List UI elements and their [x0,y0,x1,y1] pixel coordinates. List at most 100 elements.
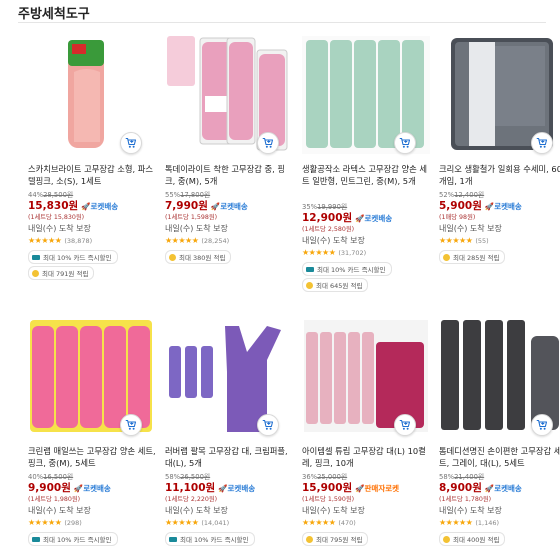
unit-price: (1세트당 15,830원) [28,214,85,221]
product-name[interactable]: 크리오 생활철가 일회용 수세미, 60개입, 1개 [439,163,560,187]
product-name[interactable]: 스카치브라이트 고무장갑 소형, 파스텔핑크, 소(S), 1세트 [28,163,156,187]
coin-icon [443,253,450,261]
product-card[interactable]: 스카치브라이트 고무장갑 소형, 파스텔핑크, 소(S), 1세트 44%28,5… [28,36,156,306]
arrival-guarantee: 내일(수) 도착 보장 [439,224,502,233]
benefit-text: 최대 10% 카드 즉시할인 [317,266,386,274]
benefit-badge: 최대 10% 카드 즉시할인 [302,262,392,276]
unit-price: (1세트당 1,980원) [28,496,81,503]
benefit-text: 최대 791원 적립 [42,270,89,278]
sale-price-row: 9,900원 🚀로켓배송 [28,480,111,495]
cart-icon [125,419,137,431]
rocket-delivery-badge: 🚀로켓배송 [485,484,522,493]
rocket-icon: 🚀 [355,214,365,223]
product-card[interactable]: 크린랩 매일쓰는 고무장갑 양손 세트, 핑크, 중(M), 5세트 40%16,… [28,318,156,558]
sale-price: 11,100원 [165,482,216,494]
sale-price: 7,990원 [165,200,208,212]
card-icon [32,254,40,260]
arrival-guarantee: 내일(수) 도착 보장 [302,506,365,515]
product-name[interactable]: 아이템셀 튜립 고무장갑 대(L) 10켤레, 핑크, 10개 [302,445,430,469]
rocket-icon: 🚀 [81,202,91,211]
rating: ★★★★★ (1,146) [439,518,499,527]
review-count: (55) [475,236,489,245]
product-card[interactable]: 아이템셀 튜립 고무장갑 대(L) 10켤레, 핑크, 10개 36%25,000… [302,318,430,558]
add-to-cart-button[interactable] [257,132,279,154]
product-card[interactable]: 러버랩 팔목 고무장갑 대, 크림퍼플, 대(L), 5개 58%26,500원 1… [165,318,293,558]
rocket-delivery-badge: 🚀로켓배송 [485,202,522,211]
sale-price-row: 8,900원 🚀로켓배송 [439,480,522,495]
add-to-cart-button[interactable] [531,414,553,436]
rocket-icon: 🚀 [355,484,365,493]
product-name[interactable]: 크린랩 매일쓰는 고무장갑 양손 세트, 핑크, 중(M), 5세트 [28,445,156,469]
add-to-cart-button[interactable] [120,132,142,154]
rating: ★★★★★ (470) [302,518,356,527]
rocket-icon: 🚀 [484,202,495,211]
rocket-delivery-badge: 🚀로켓배송 [211,202,248,211]
cart-icon [536,137,548,149]
rocket-delivery-badge: 🚀로켓배송 [74,484,111,493]
benefit-text: 최대 10% 카드 즉시할인 [43,254,112,262]
add-to-cart-button[interactable] [394,132,416,154]
rating-stars: ★★★★★ [439,236,473,245]
benefit-badge: 최대 400원 적립 [439,532,506,546]
rocket-delivery-badge: 🚀로켓배송 [81,202,118,211]
sale-price-row: 15,900원 🚀판매자로켓 [302,480,399,495]
cart-icon [262,419,274,431]
product-card[interactable]: 크리오 생활철가 일회용 수세미, 60개입, 1개 52%12,400원 5,90… [439,36,560,306]
rating: ★★★★★ (31,702) [302,248,366,257]
rocket-delivery-badge: 🚀로켓배송 [218,484,255,493]
coin-icon [443,535,450,543]
product-name[interactable]: 러버랩 팔목 고무장갑 대, 크림퍼플, 대(L), 5개 [165,445,293,469]
rating: ★★★★★ (14,041) [165,518,229,527]
product-name[interactable]: 생활공작소 라텍스 고무장갑 양손 세트 일반형, 민트그린, 중(M), 5개 [302,163,430,187]
add-to-cart-button[interactable] [531,132,553,154]
sale-price: 12,900원 [302,212,353,224]
add-to-cart-button[interactable] [120,414,142,436]
add-to-cart-button[interactable] [257,414,279,436]
rating-stars: ★★★★★ [28,518,62,527]
rocket-delivery-label: 로켓배송 [83,484,111,493]
unit-price: (1세트당 1,590원) [302,496,355,503]
benefit-text: 최대 380원 적립 [179,254,226,262]
arrival-guarantee: 내일(수) 도착 보장 [302,236,365,245]
sale-price: 9,900원 [28,482,71,494]
rating-stars: ★★★★★ [165,236,199,245]
review-count: (1,146) [475,518,500,527]
review-count: (298) [64,518,82,527]
rocket-icon: 🚀 [73,484,84,493]
benefit-text: 최대 795원 적립 [316,536,363,544]
benefit-badge: 최대 791원 적립 [28,266,95,280]
sale-price: 15,900원 [302,482,353,494]
unit-price: (1세트당 2,580원) [302,226,355,233]
benefit-text: 최대 10% 카드 즉시할인 [180,536,249,544]
rating-stars: ★★★★★ [165,518,199,527]
benefit-badge: 최대 10% 카드 즉시할인 [28,532,118,546]
review-count: (14,041) [201,518,230,527]
arrival-guarantee: 내일(수) 도착 보장 [165,224,228,233]
product-card[interactable]: 톡데이라이트 착한 고무장갑 중, 핑크, 중(M), 5개 55%17,800원… [165,36,293,306]
rocket-icon: 🚀 [218,484,228,493]
arrival-guarantee: 내일(수) 도착 보장 [439,506,502,515]
product-name[interactable]: 톰데디션명진 손이편한 고무장갑 세트, 그레이, 대(L), 5세트 [439,445,560,469]
benefit-text: 최대 645원 적립 [316,282,363,290]
product-name[interactable]: 톡데이라이트 착한 고무장갑 중, 핑크, 중(M), 5개 [165,163,293,187]
rocket-delivery-label: 판매자로켓 [364,484,400,493]
product-card[interactable]: 톰데디션명진 손이편한 고무장갑 세트, 그레이, 대(L), 5세트 58%21… [439,318,560,558]
card-icon [169,536,177,542]
unit-price: (1세트당 2,220원) [165,496,218,503]
cart-icon [399,419,411,431]
rating-stars: ★★★★★ [28,236,62,245]
review-count: (31,702) [338,248,367,257]
benefit-text: 최대 10% 카드 즉시할인 [43,536,112,544]
benefit-badge: 최대 645원 적립 [302,278,369,292]
sale-price: 5,900원 [439,200,482,212]
rocket-delivery-badge: 🚀판매자로켓 [355,484,399,493]
arrival-guarantee: 내일(수) 도착 보장 [165,506,228,515]
product-grid: 스카치브라이트 고무장갑 소형, 파스텔핑크, 소(S), 1세트 44%28,5… [0,0,560,560]
add-to-cart-button[interactable] [394,414,416,436]
product-card[interactable]: 생활공작소 라텍스 고무장갑 양손 세트 일반형, 민트그린, 중(M), 5개… [302,36,430,306]
unit-price: (1매당 98원) [439,214,476,221]
review-count: (470) [338,518,356,527]
benefit-badge: 최대 10% 카드 즉시할인 [28,250,118,264]
review-count: (28,254) [201,236,230,245]
rocket-icon: 🚀 [210,202,221,211]
